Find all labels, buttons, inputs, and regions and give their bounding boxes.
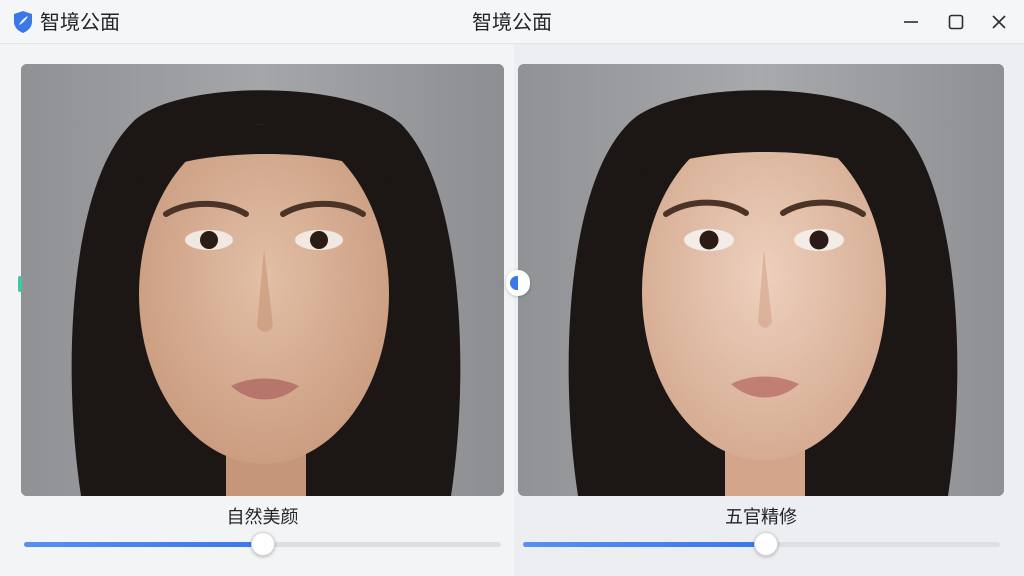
edge-marker — [18, 276, 22, 292]
slider-thumb[interactable] — [250, 532, 275, 556]
minimize-button[interactable] — [899, 10, 923, 34]
slider-thumb[interactable] — [754, 532, 779, 556]
window-title: 智境公面 — [472, 10, 552, 34]
slider-fill — [24, 542, 263, 547]
compare-divider-handle[interactable] — [506, 270, 530, 296]
panel-natural-beauty: 自然美颜 — [0, 44, 514, 576]
natural-beauty-label: 自然美颜 — [226, 507, 299, 528]
feature-refine-slider[interactable] — [523, 532, 1000, 556]
portrait-after-image — [518, 64, 1004, 496]
portrait-before-image — [21, 64, 504, 496]
panel-feature-refine: 五官精修 — [514, 44, 1024, 576]
natural-beauty-slider[interactable] — [24, 532, 501, 556]
slider-fill — [523, 542, 767, 547]
close-button[interactable] — [987, 10, 1011, 34]
maximize-button[interactable] — [944, 10, 968, 34]
feature-refine-label: 五官精修 — [725, 507, 797, 528]
close-icon — [992, 15, 1006, 29]
minimize-icon — [904, 21, 918, 23]
maximize-icon — [948, 14, 964, 30]
title-bar: 智境公面 智境公面 — [0, 0, 1024, 44]
